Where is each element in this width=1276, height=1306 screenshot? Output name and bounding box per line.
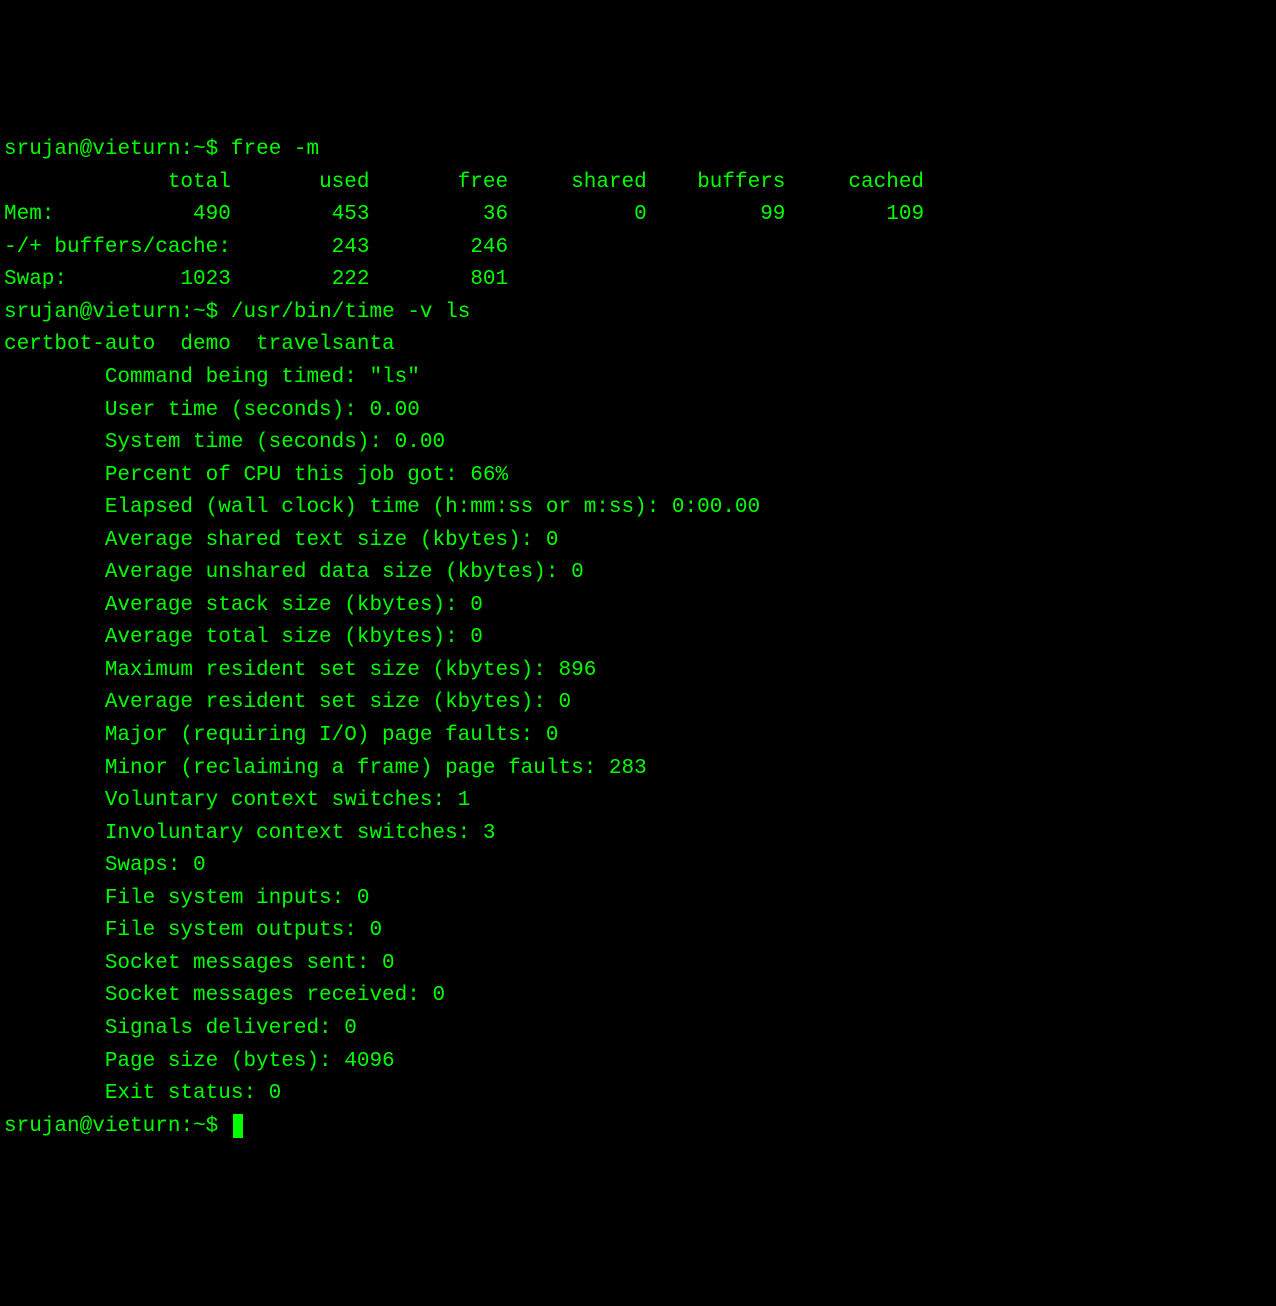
col-total: total bbox=[168, 171, 231, 194]
mem-used: 453 bbox=[332, 203, 370, 226]
swap-total: 1023 bbox=[180, 268, 230, 291]
prompt-user: srujan bbox=[4, 1115, 80, 1138]
mem-label: Mem: bbox=[4, 203, 54, 226]
col-cached: cached bbox=[848, 171, 924, 194]
col-used: used bbox=[319, 171, 369, 194]
mem-cached: 109 bbox=[886, 203, 924, 226]
free-header-row: total used free shared buffers cached bbox=[4, 171, 924, 194]
prompt-dollar: $ bbox=[206, 1115, 219, 1138]
prompt-colon: : bbox=[180, 138, 193, 161]
mem-buffers: 99 bbox=[760, 203, 785, 226]
command-free: free -m bbox=[231, 138, 319, 161]
command-time-ls: /usr/bin/time -v ls bbox=[231, 301, 470, 324]
prompt-at: @ bbox=[80, 301, 93, 324]
prompt-host: vieturn bbox=[92, 1115, 180, 1138]
bc-free: 246 bbox=[470, 236, 508, 259]
swap-label: Swap: bbox=[4, 268, 67, 291]
cursor[interactable] bbox=[233, 1114, 243, 1138]
col-free: free bbox=[458, 171, 508, 194]
prompt-host: vieturn bbox=[92, 138, 180, 161]
prompt-host: vieturn bbox=[92, 301, 180, 324]
free-row-swap: Swap: 1023 222 801 bbox=[4, 268, 508, 291]
col-shared: shared bbox=[571, 171, 647, 194]
bc-used: 243 bbox=[332, 236, 370, 259]
mem-shared: 0 bbox=[634, 203, 647, 226]
mem-free: 36 bbox=[483, 203, 508, 226]
prompt-user: srujan bbox=[4, 301, 80, 324]
prompt-path: ~ bbox=[193, 138, 206, 161]
prompt-at: @ bbox=[80, 1115, 93, 1138]
time-output-block: Command being timed: "ls" User time (sec… bbox=[4, 366, 760, 1105]
prompt-dollar: $ bbox=[206, 301, 219, 324]
bc-label: -/+ buffers/cache: bbox=[4, 236, 231, 259]
prompt-path: ~ bbox=[193, 301, 206, 324]
col-buffers: buffers bbox=[697, 171, 785, 194]
prompt-line-1: srujan@vieturn:~$ free -m bbox=[4, 138, 319, 161]
mem-total: 490 bbox=[193, 203, 231, 226]
swap-used: 222 bbox=[332, 268, 370, 291]
prompt-dollar: $ bbox=[206, 138, 219, 161]
prompt-user: srujan bbox=[4, 138, 80, 161]
ls-output: certbot-auto demo travelsanta bbox=[4, 333, 395, 356]
swap-free: 801 bbox=[470, 268, 508, 291]
prompt-line-2: srujan@vieturn:~$ /usr/bin/time -v ls bbox=[4, 301, 470, 324]
prompt-at: @ bbox=[80, 138, 93, 161]
terminal-output: srujan@vieturn:~$ free -m total used fre… bbox=[4, 134, 1272, 1143]
prompt-path: ~ bbox=[193, 1115, 206, 1138]
free-row-bufcache: -/+ buffers/cache: 243 246 bbox=[4, 236, 508, 259]
prompt-colon: : bbox=[180, 1115, 193, 1138]
prompt-line-3: srujan@vieturn:~$ bbox=[4, 1115, 243, 1138]
free-row-mem: Mem: 490 453 36 0 99 109 bbox=[4, 203, 924, 226]
prompt-colon: : bbox=[180, 301, 193, 324]
